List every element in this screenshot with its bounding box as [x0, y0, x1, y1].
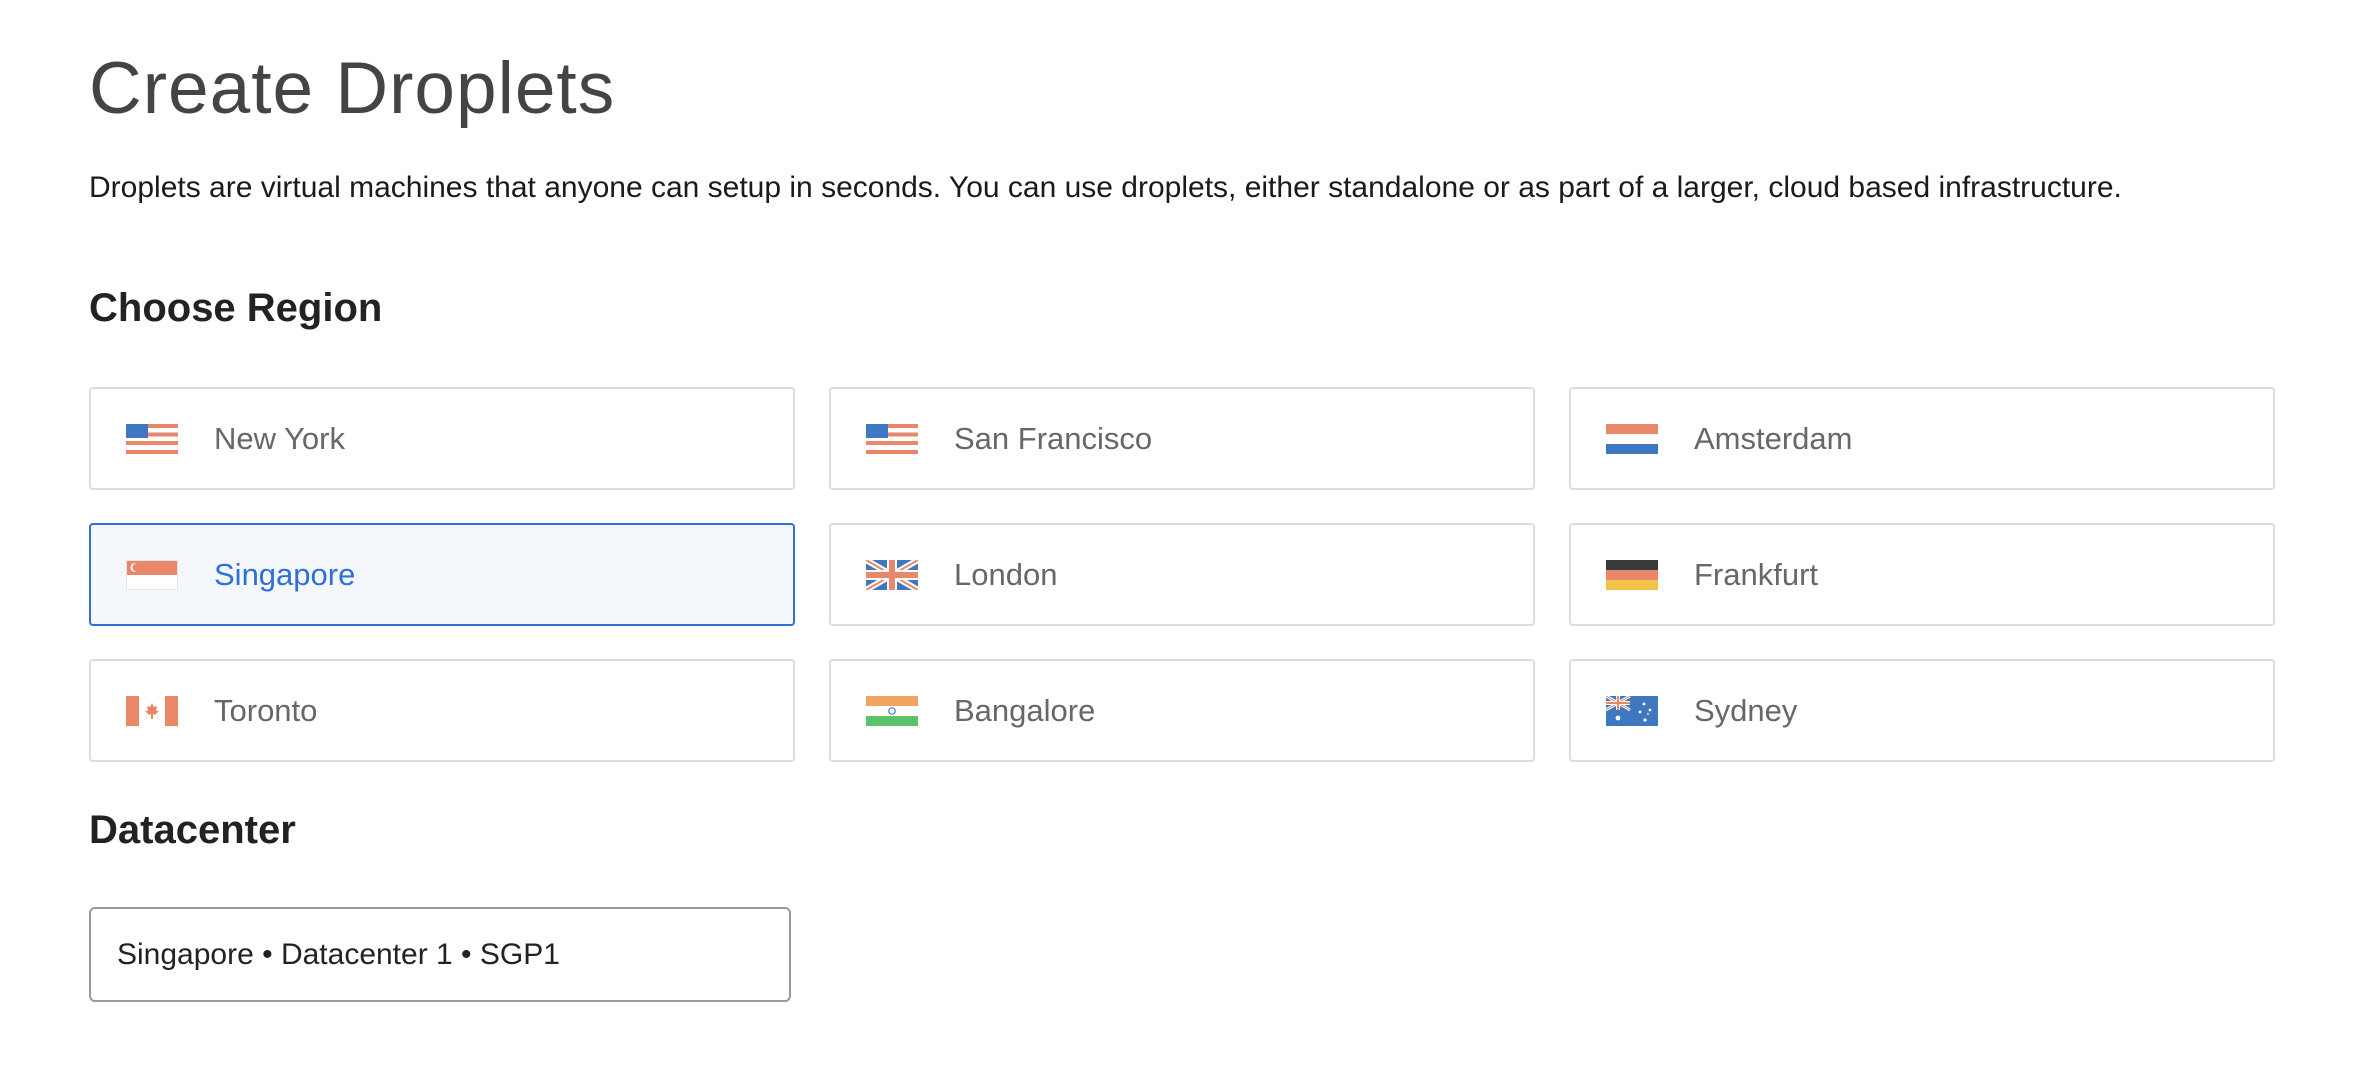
region-label: Toronto: [214, 692, 318, 728]
india-flag-icon: [866, 695, 918, 726]
region-label: Sydney: [1694, 692, 1798, 728]
region-label: Frankfurt: [1694, 556, 1819, 592]
region-label: Bangalore: [954, 692, 1096, 728]
australia-flag-icon: [1606, 695, 1658, 726]
region-grid: New York San Francisco Amsterdam Singapo…: [89, 387, 2279, 762]
netherlands-flag-icon: [1606, 423, 1658, 454]
region-option-san-francisco[interactable]: San Francisco: [829, 387, 1535, 490]
region-option-toronto[interactable]: Toronto: [89, 659, 795, 762]
us-flag-icon: [126, 423, 178, 454]
region-option-sydney[interactable]: Sydney: [1569, 659, 2275, 762]
datacenter-selected-value: Singapore • Datacenter 1 • SGP1: [117, 937, 560, 971]
region-label: Singapore: [214, 556, 356, 592]
region-option-frankfurt[interactable]: Frankfurt: [1569, 523, 2275, 626]
region-label: London: [954, 556, 1058, 592]
germany-flag-icon: [1606, 559, 1658, 590]
region-option-amsterdam[interactable]: Amsterdam: [1569, 387, 2275, 490]
datacenter-heading: Datacenter: [89, 808, 296, 852]
region-label: Amsterdam: [1694, 420, 1853, 456]
region-option-new-york[interactable]: New York: [89, 387, 795, 490]
page-title: Create Droplets: [89, 48, 616, 129]
singapore-flag-icon: [126, 559, 178, 590]
region-label: New York: [214, 420, 345, 456]
region-option-bangalore[interactable]: Bangalore: [829, 659, 1535, 762]
region-label: San Francisco: [954, 420, 1153, 456]
datacenter-select[interactable]: Singapore • Datacenter 1 • SGP1: [89, 907, 791, 1002]
uk-flag-icon: [866, 559, 918, 590]
page-description: Droplets are virtual machines that anyon…: [89, 171, 2122, 204]
us-flag-icon: [866, 423, 918, 454]
canada-flag-icon: [126, 695, 178, 726]
region-option-singapore[interactable]: Singapore: [89, 523, 795, 626]
choose-region-heading: Choose Region: [89, 286, 383, 330]
region-option-london[interactable]: London: [829, 523, 1535, 626]
